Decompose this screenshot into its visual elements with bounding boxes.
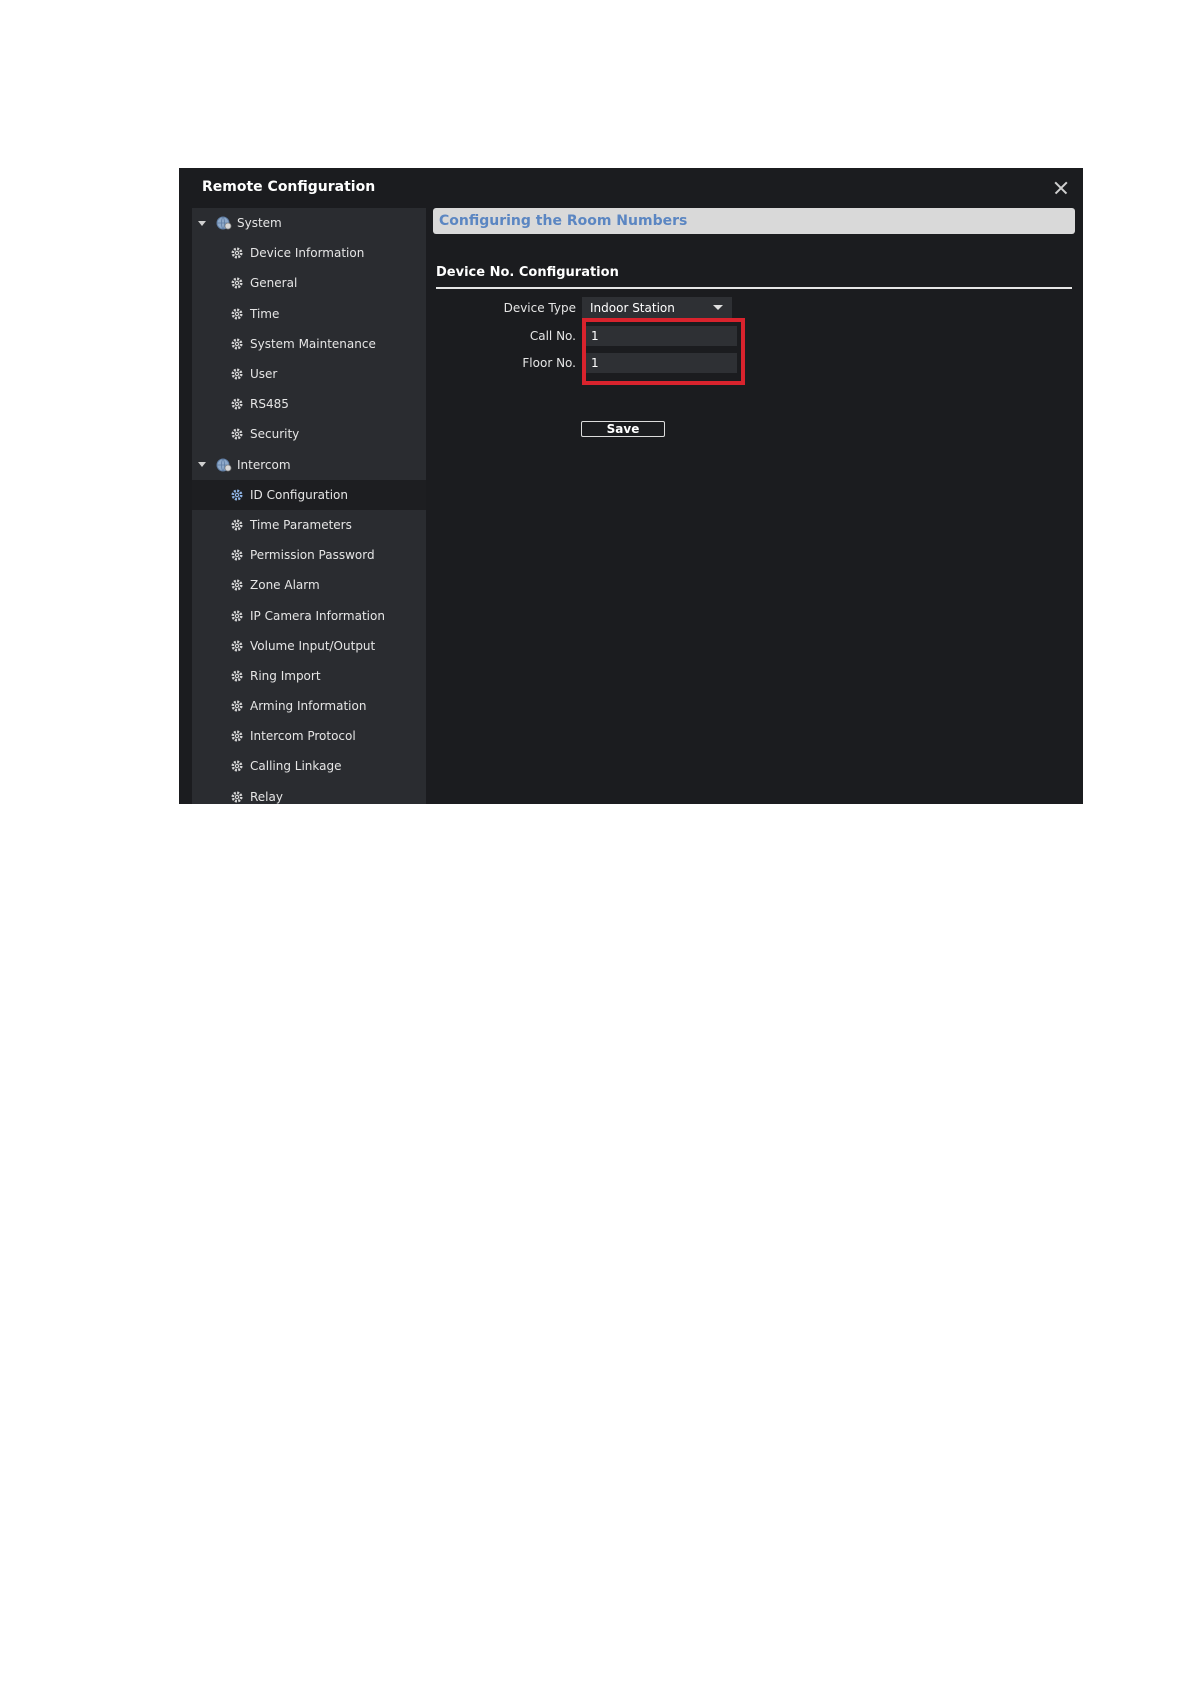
gear-icon	[231, 730, 243, 742]
sidebar-item-label: Volume Input/Output	[250, 638, 376, 653]
section-divider	[436, 287, 1072, 289]
sidebar-item-zone-alarm[interactable]: Zone Alarm	[192, 570, 426, 600]
gear-icon	[231, 308, 243, 320]
sidebar-item-calling-linkage[interactable]: Calling Linkage	[192, 751, 426, 781]
sidebar-item-arming-information[interactable]: Arming Information	[192, 691, 426, 721]
sidebar-item-label: General	[250, 276, 298, 291]
sidebar-item-time-parameters[interactable]: Time Parameters	[192, 510, 426, 540]
sidebar-item-device-information[interactable]: Device Information	[192, 238, 426, 268]
gear-icon	[231, 489, 243, 501]
sidebar-item-label: Ring Import	[250, 668, 321, 683]
sidebar-tree: System Device Information General Time S…	[192, 208, 426, 804]
gear-icon	[231, 338, 243, 350]
sidebar-item-ring-import[interactable]: Ring Import	[192, 661, 426, 691]
tree-group-system[interactable]: System	[192, 208, 426, 238]
sidebar-item-label: Zone Alarm	[250, 578, 320, 593]
dropdown-arrow-icon[interactable]	[713, 305, 723, 310]
sidebar-item-label: Relay	[250, 789, 283, 804]
window-title: Remote Configuration	[202, 179, 376, 195]
gear-icon	[231, 579, 243, 591]
device-type-value: Indoor Station	[590, 301, 675, 315]
sidebar-item-rs485[interactable]: RS485	[192, 389, 426, 419]
sidebar-item-label: Time	[250, 306, 280, 321]
sidebar-item-system-maintenance[interactable]: System Maintenance	[192, 329, 426, 359]
sidebar-item-label: System Maintenance	[250, 336, 376, 351]
sidebar-item-relay[interactable]: Relay	[192, 782, 426, 804]
gear-icon	[231, 398, 243, 410]
sidebar-item-label: IP Camera Information	[250, 608, 385, 623]
sidebar-item-general[interactable]: General	[192, 268, 426, 298]
sidebar-item-ip-camera-information[interactable]: IP Camera Information	[192, 600, 426, 630]
sidebar-item-permission-password[interactable]: Permission Password	[192, 540, 426, 570]
sidebar-item-label: User	[250, 367, 278, 382]
sidebar-item-label: Arming Information	[250, 699, 367, 714]
gear-icon	[231, 519, 243, 531]
gear-icon	[231, 670, 243, 682]
device-type-select[interactable]: Indoor Station	[582, 297, 732, 319]
panel-header-title: Configuring the Room Numbers	[439, 213, 688, 229]
sidebar-item-intercom-protocol[interactable]: Intercom Protocol	[192, 721, 426, 751]
gear-icon	[231, 610, 243, 622]
sidebar-item-label: Permission Password	[250, 548, 375, 563]
floor-no-label: Floor No.	[522, 356, 576, 370]
sidebar-item-label: Time Parameters	[250, 517, 352, 532]
sidebar-item-user[interactable]: User	[192, 359, 426, 389]
sidebar-item-label: Device Information	[250, 246, 365, 261]
tree-group-intercom[interactable]: Intercom	[192, 450, 426, 480]
remote-configuration-window: Remote Configuration System Device Infor…	[179, 168, 1083, 804]
gear-icon	[231, 640, 243, 652]
globe-gear-icon	[216, 458, 232, 472]
sidebar-item-label: Security	[250, 427, 300, 442]
gear-icon	[231, 247, 243, 259]
floor-no-input[interactable]	[582, 353, 737, 373]
sidebar-item-label: Calling Linkage	[250, 759, 342, 774]
save-button[interactable]: Save	[581, 421, 665, 437]
sidebar-item-id-configuration[interactable]: ID Configuration	[192, 479, 426, 510]
sidebar-item-label: ID Configuration	[250, 487, 348, 502]
gear-icon	[231, 791, 243, 803]
close-icon[interactable]	[1049, 176, 1073, 200]
gear-icon	[231, 368, 243, 380]
sidebar-item-time[interactable]: Time	[192, 299, 426, 329]
gear-icon	[231, 277, 243, 289]
expand-caret-icon[interactable]	[198, 462, 206, 468]
sidebar-item-volume-input-output[interactable]: Volume Input/Output	[192, 631, 426, 661]
expand-caret-icon[interactable]	[198, 220, 206, 226]
sidebar-item-label: Intercom Protocol	[250, 729, 356, 744]
call-no-input[interactable]	[582, 326, 737, 346]
tree-group-label: Intercom	[237, 457, 291, 472]
gear-icon	[231, 549, 243, 561]
call-no-label: Call No.	[529, 329, 576, 343]
device-type-label: Device Type	[503, 301, 576, 315]
gear-icon	[231, 700, 243, 712]
sidebar-item-label: RS485	[250, 397, 289, 412]
sidebar-item-security[interactable]: Security	[192, 419, 426, 449]
title-bar: Remote Configuration	[179, 168, 1083, 208]
section-title: Device No. Configuration	[436, 265, 619, 280]
gear-icon	[231, 760, 243, 772]
main-panel: Configuring the Room Numbers Device No. …	[433, 208, 1075, 804]
globe-gear-icon	[216, 216, 232, 230]
tree-group-label: System	[237, 216, 282, 231]
panel-header: Configuring the Room Numbers	[433, 208, 1075, 234]
gear-icon	[231, 428, 243, 440]
